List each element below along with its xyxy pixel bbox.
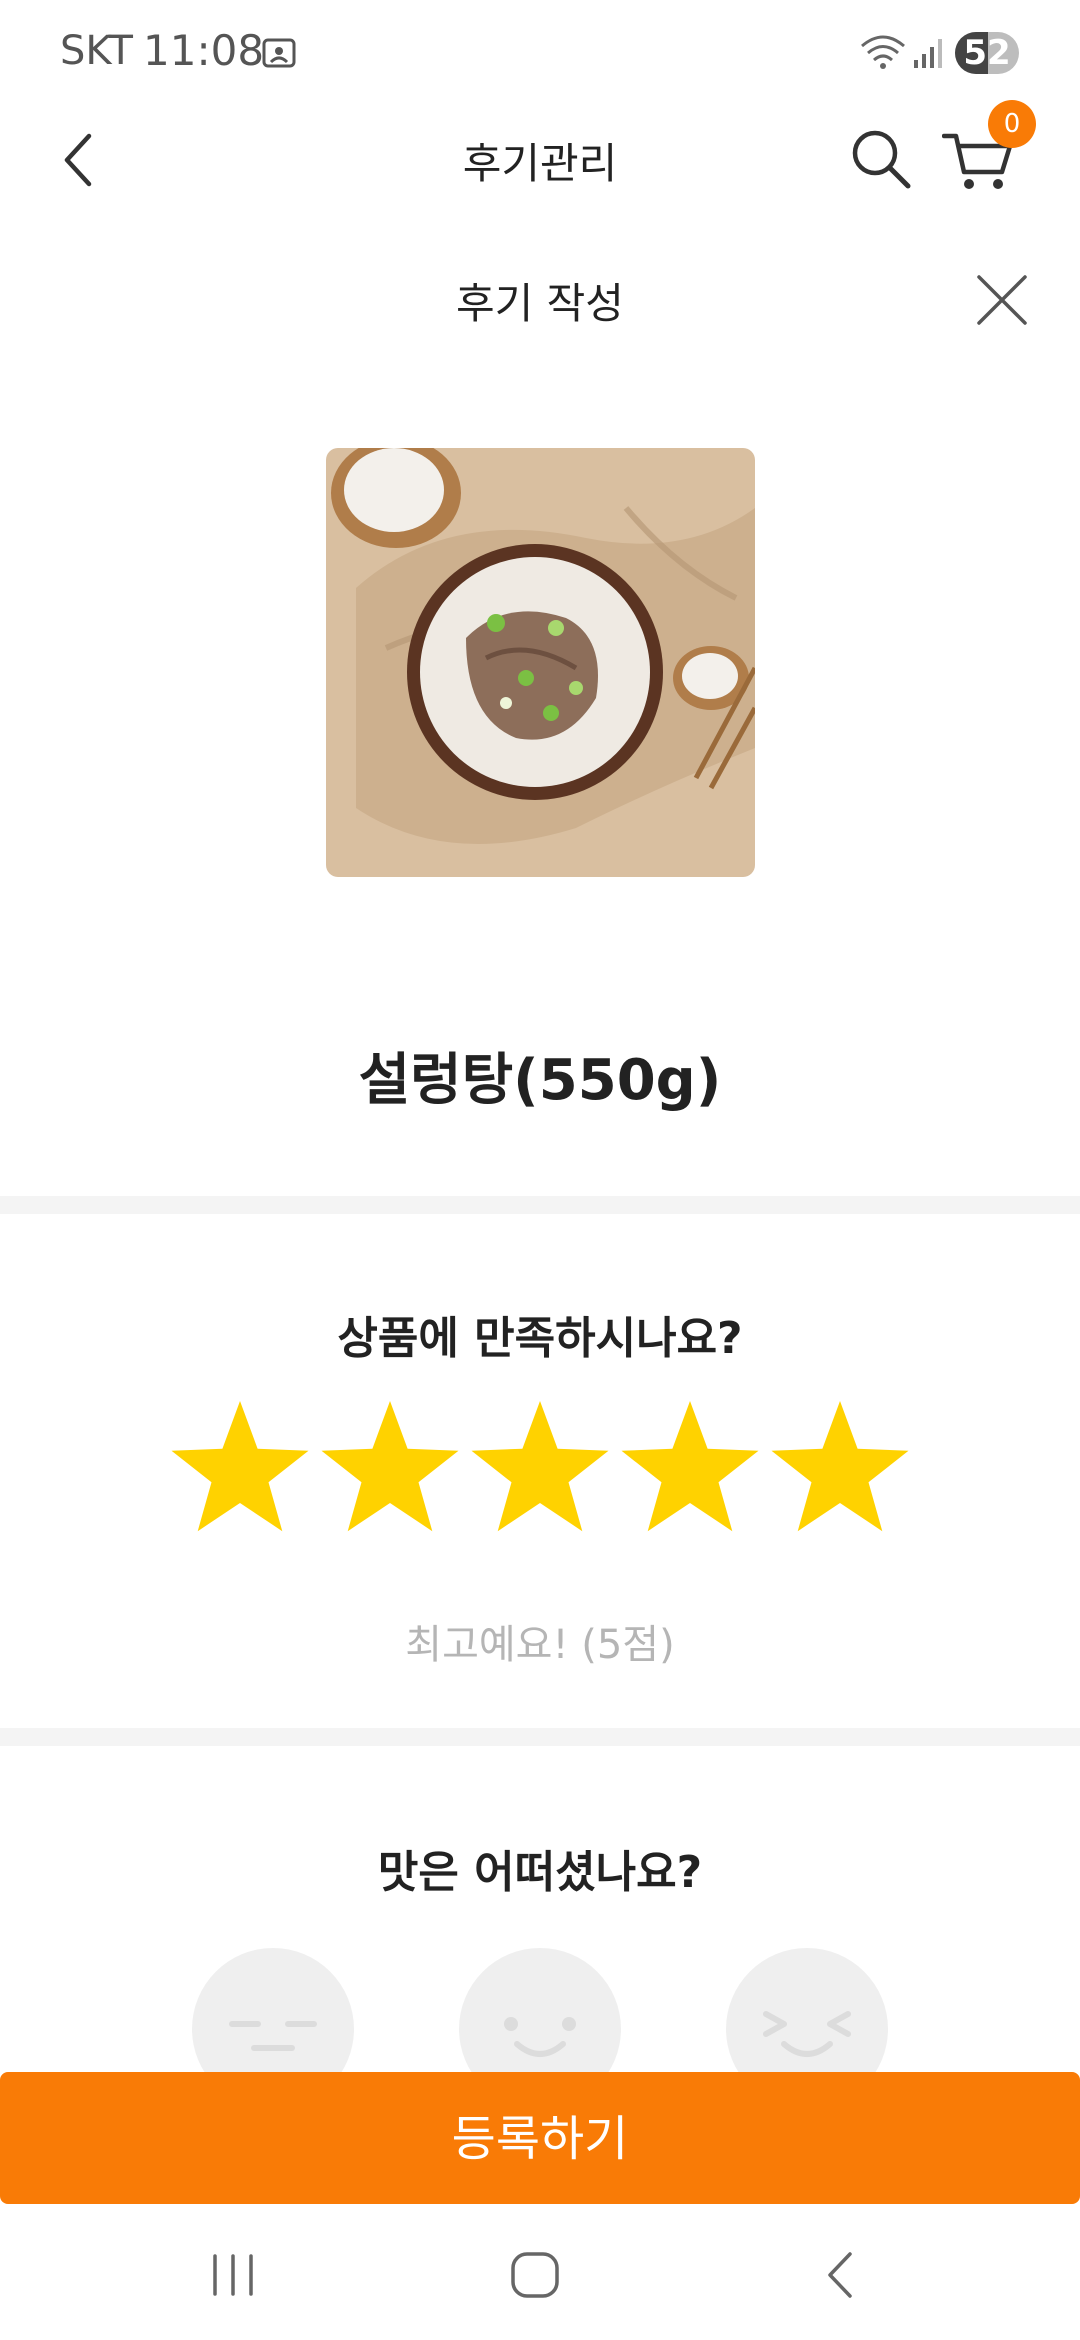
status-clock: 11:08: [143, 26, 265, 75]
product-name: 설렁탕(550g): [358, 1048, 722, 1113]
star-icon[interactable]: [615, 1393, 765, 1543]
submit-button[interactable]: 등록하기: [0, 2072, 1080, 2204]
page-title: 후기관리: [462, 139, 618, 188]
battery-level-text: 52: [963, 33, 1011, 73]
taste-question: 맛은 어떠셨나요?: [377, 1847, 703, 1898]
star-icon[interactable]: [165, 1393, 315, 1543]
star-icon[interactable]: [465, 1393, 615, 1543]
satisfaction-question: 상품에 만족하시나요?: [337, 1313, 743, 1364]
nav-back-icon[interactable]: [810, 2250, 870, 2300]
star-rating[interactable]: [165, 1393, 915, 1543]
wifi-icon: [861, 35, 905, 69]
home-icon[interactable]: [505, 2250, 565, 2300]
battery-indicator: 52: [955, 32, 1019, 74]
star-icon[interactable]: [315, 1393, 465, 1543]
section-divider: [0, 1196, 1080, 1214]
product-image: [326, 448, 755, 877]
carrier-label: SKT: [60, 28, 133, 74]
screenshot-icon: [262, 38, 296, 68]
section-divider: [0, 1728, 1080, 1746]
rating-text: 최고예요! (5점): [405, 1622, 675, 1668]
review-form-title: 후기 작성: [456, 279, 624, 328]
star-icon[interactable]: [765, 1393, 915, 1543]
cart-count-badge: 0: [988, 100, 1036, 148]
close-icon[interactable]: [975, 273, 1029, 327]
search-icon[interactable]: [850, 128, 912, 190]
signal-icon: [914, 39, 942, 68]
recents-icon[interactable]: [203, 2250, 263, 2300]
